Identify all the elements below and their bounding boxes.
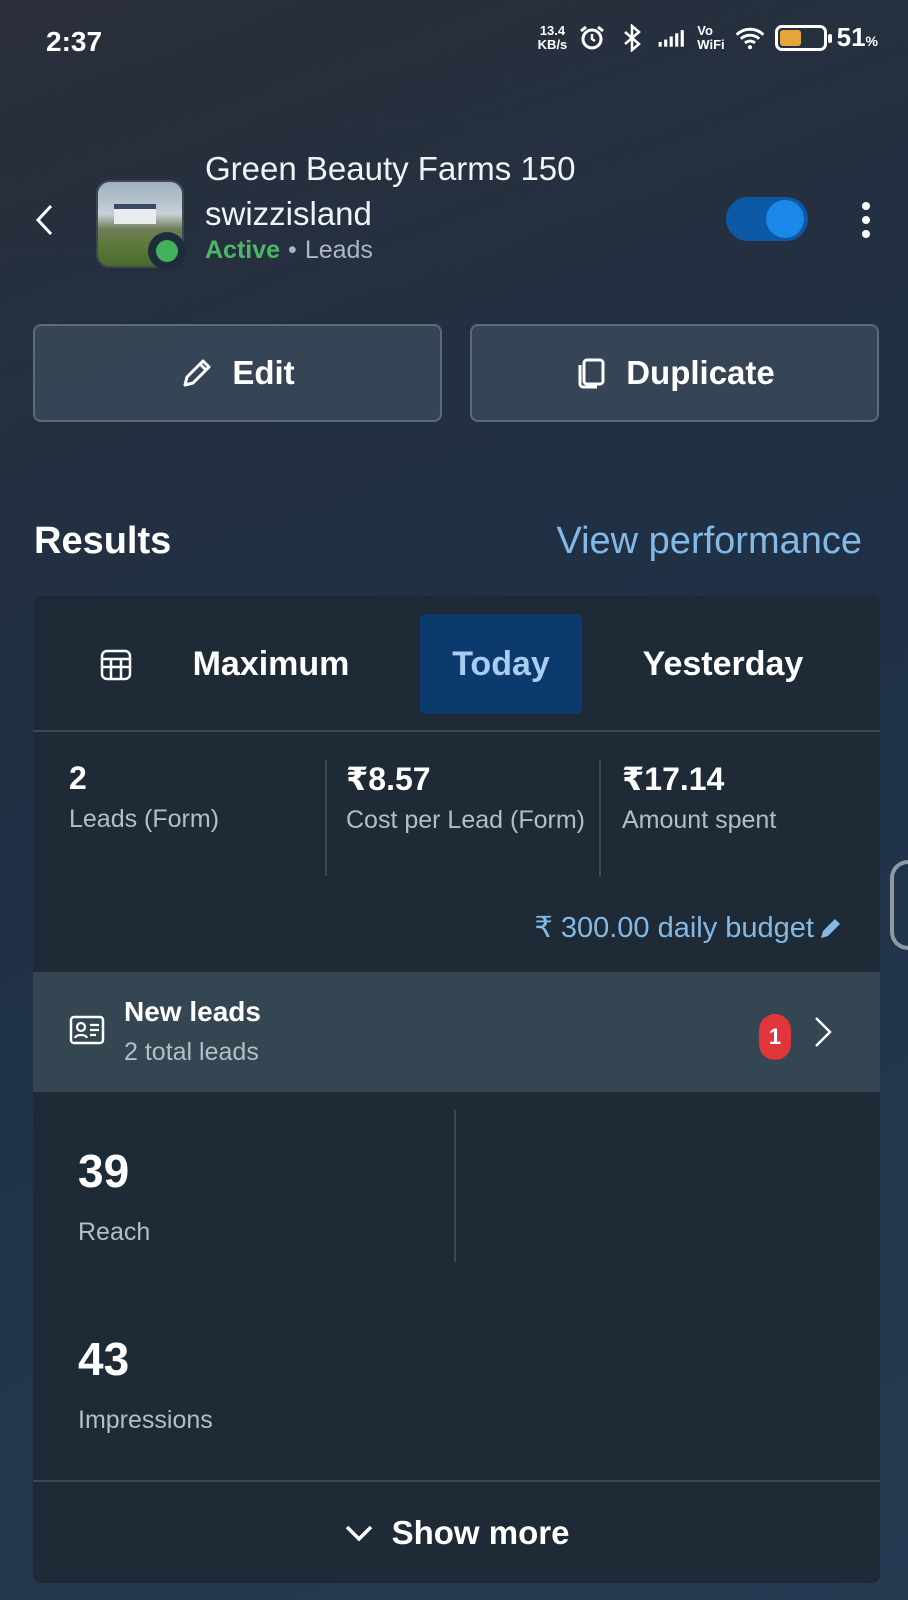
daily-budget-text: ₹ 300.00 daily budget bbox=[534, 912, 814, 944]
results-heading: Results bbox=[34, 520, 172, 562]
bluetooth-icon bbox=[617, 23, 647, 53]
duplicate-button[interactable]: Duplicate bbox=[470, 324, 879, 422]
ad-toggle-switch[interactable] bbox=[726, 197, 808, 241]
metric-label: Leads (Form) bbox=[69, 805, 220, 833]
more-options-icon[interactable] bbox=[852, 200, 880, 240]
metric-value: ₹17.14 bbox=[622, 761, 725, 797]
metric-value: ₹8.57 bbox=[346, 761, 431, 797]
battery-percent: 51% bbox=[837, 22, 878, 53]
status-active: Active bbox=[205, 236, 281, 264]
battery-percent-value: 51 bbox=[836, 22, 866, 52]
metrics-row: 2 Leads (Form) ₹8.57 Cost per Lead (Form… bbox=[33, 732, 880, 972]
stat-reach: 39 Reach bbox=[78, 1144, 150, 1247]
pencil-icon bbox=[183, 359, 211, 387]
status-bar: 2:37 13.4 KB/s Vo WiFi 51% bbox=[0, 0, 908, 90]
new-leads-row[interactable]: New leads 2 total leads 1 bbox=[33, 972, 880, 1092]
stat-label: Reach bbox=[78, 1218, 151, 1246]
metric-divider bbox=[325, 760, 327, 876]
calendar-icon[interactable] bbox=[99, 648, 133, 682]
stat-value: 39 bbox=[78, 1145, 130, 1197]
show-more-button[interactable]: Show more bbox=[33, 1480, 880, 1583]
metric-leads: 2 Leads (Form) bbox=[69, 760, 319, 837]
metric-cost-per-lead: ₹8.57 Cost per Lead (Form) bbox=[346, 760, 596, 838]
alarm-icon bbox=[577, 23, 607, 53]
vowifi-indicator: Vo WiFi bbox=[697, 22, 725, 52]
view-performance-link[interactable]: View performance bbox=[556, 520, 862, 563]
metric-label: Amount spent bbox=[622, 806, 777, 834]
stats-section: 39 Reach 43 Impressions bbox=[33, 1092, 880, 1468]
metric-divider bbox=[599, 760, 601, 876]
edit-label: Edit bbox=[232, 354, 295, 391]
stat-label: Impressions bbox=[78, 1406, 213, 1434]
daily-budget-link[interactable]: ₹ 300.00 daily budget bbox=[534, 910, 844, 945]
page-title: Green Beauty Farms 150 swizzisland bbox=[205, 150, 576, 232]
network-speed-value: 13.4 bbox=[539, 22, 566, 38]
metric-label: Cost per Lead (Form) bbox=[346, 806, 585, 834]
metric-value: 2 bbox=[69, 760, 87, 796]
edge-swipe-handle[interactable] bbox=[890, 860, 908, 950]
contact-card-icon bbox=[69, 1015, 105, 1045]
tab-yesterday[interactable]: Yesterday bbox=[623, 614, 823, 714]
status-icons: 13.4 KB/s Vo WiFi 51% bbox=[538, 22, 878, 53]
network-speed-unit: KB/s bbox=[537, 36, 568, 52]
date-range-tabs: Maximum Today Yesterday bbox=[33, 596, 880, 732]
signal-icon bbox=[657, 23, 687, 53]
battery-percent-sign: % bbox=[865, 33, 878, 49]
edit-button[interactable]: Edit bbox=[33, 324, 442, 422]
battery-fill bbox=[779, 29, 802, 46]
tab-maximum[interactable]: Maximum bbox=[181, 614, 361, 714]
vowifi-vo: Vo bbox=[697, 22, 713, 38]
pencil-icon bbox=[821, 918, 840, 938]
results-card: Maximum Today Yesterday 2 Leads (Form) ₹… bbox=[33, 596, 880, 1583]
objective-type: Leads bbox=[304, 236, 373, 264]
wifi-icon bbox=[735, 23, 765, 53]
status-time: 2:37 bbox=[46, 26, 103, 57]
chevron-right-icon bbox=[815, 1017, 832, 1047]
stat-value: 43 bbox=[78, 1333, 130, 1385]
stat-impressions: 43 Impressions bbox=[78, 1332, 213, 1435]
tab-today[interactable]: Today bbox=[420, 614, 582, 714]
active-status-dot bbox=[148, 232, 186, 270]
new-leads-badge: 1 bbox=[759, 1014, 791, 1060]
back-button[interactable] bbox=[28, 200, 60, 240]
chevron-left-icon bbox=[35, 204, 53, 236]
chevron-down-icon bbox=[345, 1525, 372, 1541]
metric-amount-spent: ₹17.14 Amount spent bbox=[622, 760, 862, 838]
status-line: Active • Leads bbox=[205, 236, 373, 265]
status-separator: • bbox=[288, 236, 297, 264]
new-leads-title: New leads bbox=[124, 996, 261, 1027]
thumbnail-house-shape bbox=[114, 204, 156, 224]
duplicate-label: Duplicate bbox=[626, 354, 775, 391]
new-leads-subtitle: 2 total leads bbox=[124, 1038, 259, 1066]
battery-icon bbox=[774, 24, 832, 51]
show-more-label: Show more bbox=[391, 1513, 570, 1551]
network-speed: 13.4 KB/s bbox=[537, 22, 568, 52]
duplicate-icon bbox=[578, 358, 605, 389]
stat-divider bbox=[454, 1110, 456, 1262]
vowifi-label: WiFi bbox=[697, 36, 725, 52]
